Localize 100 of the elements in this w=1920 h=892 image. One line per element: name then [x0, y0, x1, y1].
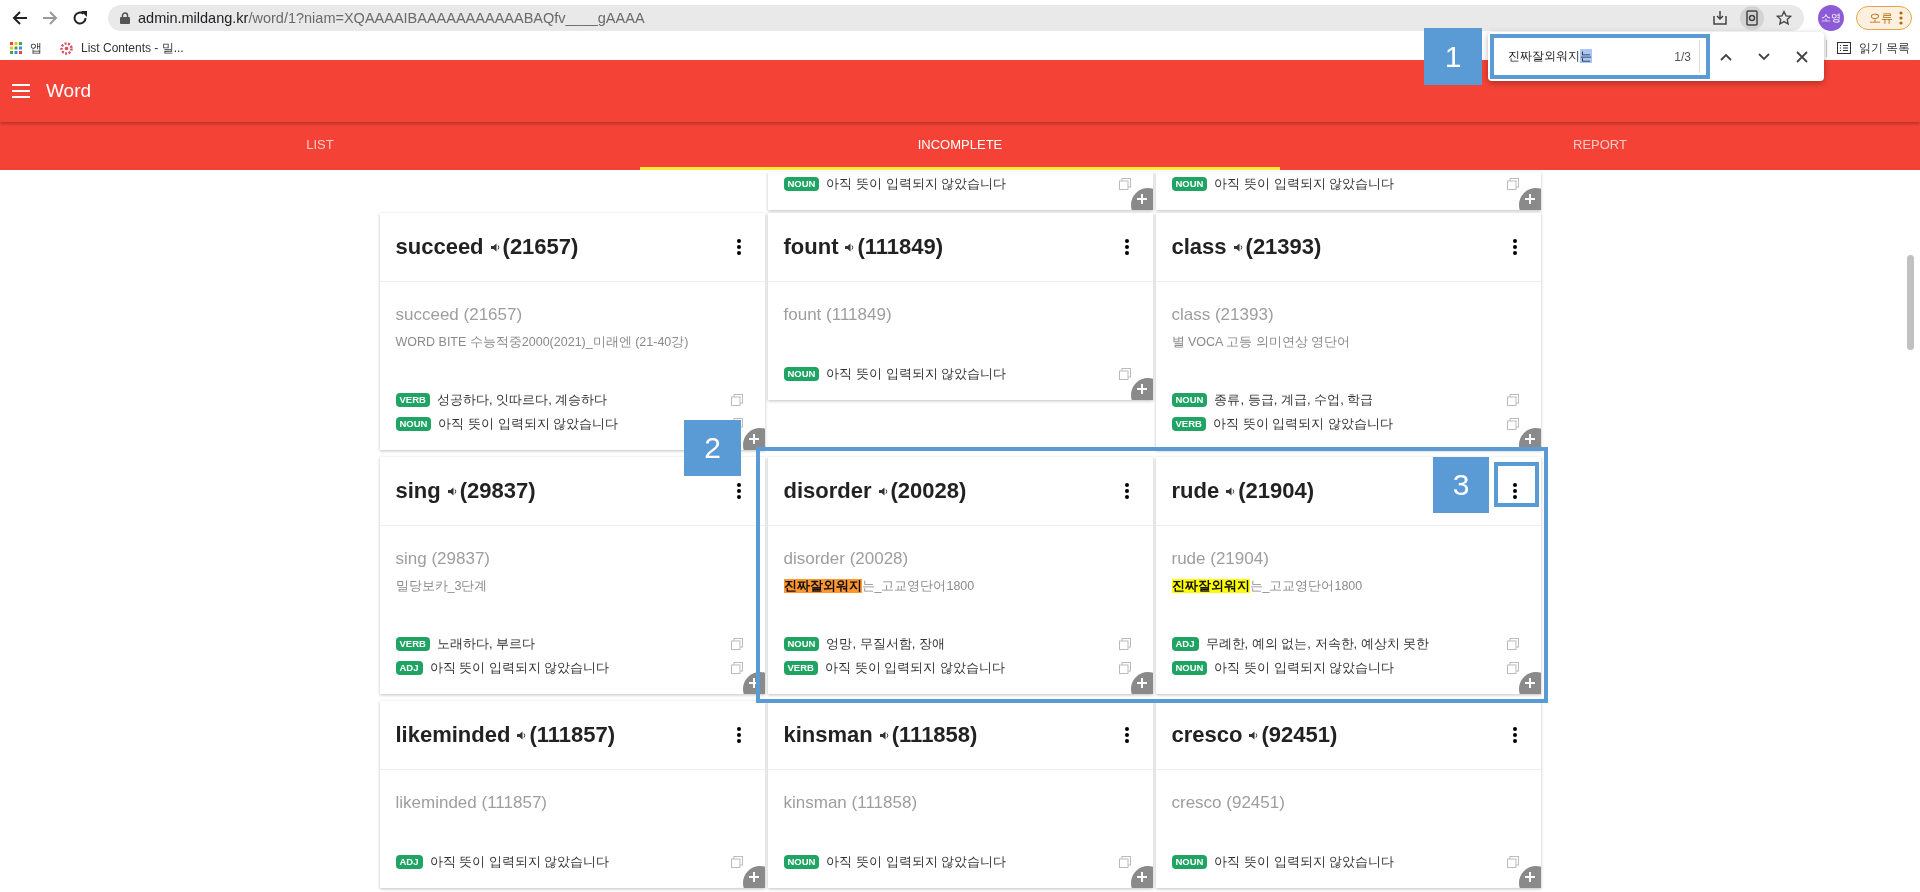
copy-icon	[1506, 856, 1519, 868]
word-subtitle: disorder (20028)	[783, 548, 910, 570]
meaning-text: 성공하다, 잇따르다, 계승하다	[436, 391, 608, 409]
meaning-text: 아직 뜻이 입력되지 않았습니다	[438, 415, 619, 433]
part-of-speech-badge: VERB	[395, 637, 430, 651]
part-of-speech-badge: NOUN	[783, 177, 820, 191]
copy-icon	[1506, 418, 1519, 430]
part-of-speech-badge: ADJ	[395, 661, 423, 675]
copy-icon	[730, 856, 743, 868]
error-button[interactable]: 오류	[1856, 6, 1912, 30]
plus-icon	[1523, 677, 1536, 689]
apps-grid-icon	[10, 42, 22, 54]
annotation-number: 3	[1433, 457, 1489, 513]
more-icon	[1899, 11, 1903, 25]
list-icon	[1836, 42, 1851, 54]
meaning-text: 아직 뜻이 입력되지 않았습니다	[1214, 175, 1395, 193]
plus-icon	[1523, 871, 1536, 883]
part-of-speech-badge: VERB	[1171, 417, 1206, 431]
word-title: succeed	[395, 234, 484, 260]
word-subtitle: likeminded (111857)	[395, 792, 548, 814]
word-id: (21393)	[1245, 234, 1322, 260]
meaning-text: 아직 뜻이 입력되지 않았습니다	[429, 659, 610, 677]
reading-list-button[interactable]: 읽기 목록	[1825, 39, 1910, 57]
app-title: Word	[46, 80, 92, 102]
part-of-speech-badge: NOUN	[783, 637, 820, 651]
source-text: 진짜잘외워지는_고교영단어1800	[1171, 578, 1364, 595]
meaning-text: 아직 뜻이 입력되지 않았습니다	[826, 365, 1007, 383]
part-of-speech-badge: NOUN	[1171, 855, 1208, 869]
lock-icon	[120, 12, 130, 24]
meaning-text: 노래하다, 부르다	[436, 635, 536, 653]
copy-icon	[730, 394, 743, 406]
copy-icon	[1118, 178, 1131, 190]
find-field[interactable]: 진짜잘외워지 는 1/3	[1498, 40, 1700, 73]
scrollbar-thumb[interactable]	[1907, 255, 1914, 350]
meaning-text: 무례한, 예의 없는, 저속한, 예상치 못한	[1205, 635, 1430, 653]
copy-icon	[730, 638, 743, 650]
annotation-number: 2	[684, 420, 741, 476]
speaker-icon	[844, 241, 856, 253]
word-id: (111858)	[891, 722, 978, 748]
plus-icon	[1135, 193, 1148, 205]
meaning-text: 아직 뜻이 입력되지 않았습니다	[1214, 659, 1395, 677]
meaning-text: 아직 뜻이 입력되지 않았습니다	[826, 853, 1007, 871]
plus-icon	[1523, 193, 1536, 205]
word-title: rude	[1171, 478, 1220, 504]
word-subtitle: sing (29837)	[395, 548, 491, 570]
speaker-icon	[877, 485, 889, 497]
bookmark-item[interactable]: 앱	[10, 39, 42, 57]
word-title: kinsman	[783, 722, 873, 748]
word-title: class	[1171, 234, 1227, 260]
copy-icon	[1506, 394, 1519, 406]
copy-icon	[1118, 856, 1131, 868]
profile-avatar[interactable]: 소영	[1818, 5, 1844, 31]
copy-icon	[1118, 638, 1131, 650]
part-of-speech-badge: ADJ	[395, 855, 423, 869]
word-title: sing	[395, 478, 441, 504]
word-id: (29837)	[459, 478, 536, 504]
word-subtitle: cresco (92451)	[1171, 792, 1286, 814]
source-text: 밀당보카_3단계	[395, 578, 489, 595]
part-of-speech-badge: NOUN	[395, 417, 432, 431]
word-subtitle: rude (21904)	[1171, 548, 1270, 570]
meaning-text: 아직 뜻이 입력되지 않았습니다	[429, 853, 610, 871]
word-subtitle: succeed (21657)	[395, 304, 524, 326]
menu-icon[interactable]	[12, 84, 30, 98]
word-id: (20028)	[890, 478, 967, 504]
speaker-icon	[1248, 729, 1260, 741]
word-title: disorder	[783, 478, 872, 504]
part-of-speech-badge: NOUN	[1171, 393, 1208, 407]
address-bar[interactable]: admin.mildang.kr/word/1?niam=XQAAAAIBAAAAAAAAAAABAQfv____gAAAA	[108, 5, 1804, 31]
url-text: admin.mildang.kr/word/1?niam=XQAAAAIBAAAAAAAAAAABAQfv____gAAAA	[138, 10, 646, 26]
search-icon[interactable]	[1740, 6, 1764, 30]
plus-icon	[1523, 433, 1536, 445]
word-id: (21904)	[1238, 478, 1315, 504]
speaker-icon	[1232, 241, 1244, 253]
meaning-text: 아직 뜻이 입력되지 않았습니다	[826, 175, 1007, 193]
bookmark-item[interactable]: List Contents - 밀...	[60, 39, 184, 57]
plus-icon	[747, 871, 760, 883]
plus-icon	[1135, 871, 1148, 883]
copy-icon	[1118, 662, 1131, 674]
word-subtitle: fount (111849)	[783, 304, 893, 326]
copy-icon	[1506, 662, 1519, 674]
meaning-text: 엉망, 무질서함, 장애	[826, 635, 945, 653]
part-of-speech-badge: NOUN	[783, 367, 820, 381]
copy-icon	[1506, 178, 1519, 190]
plus-icon	[747, 433, 760, 445]
part-of-speech-badge: NOUN	[1171, 661, 1208, 675]
word-title: likeminded	[395, 722, 511, 748]
word-id: (111857)	[529, 722, 616, 748]
source-text: WORD BITE 수능적중2000(2021)_미래엔 (21-40강)	[395, 334, 690, 351]
part-of-speech-badge: NOUN	[783, 855, 820, 869]
meaning-text: 종류, 등급, 계급, 수업, 학급	[1214, 391, 1374, 409]
meaning-text: 아직 뜻이 입력되지 않았습니다	[824, 659, 1005, 677]
plus-icon	[1135, 677, 1148, 689]
source-text: 별 VOCA 고등 의미연상 영단어	[1171, 334, 1352, 351]
speaker-icon	[878, 729, 890, 741]
copy-icon	[1506, 638, 1519, 650]
speaker-icon	[446, 485, 458, 497]
part-of-speech-badge: NOUN	[1171, 177, 1208, 191]
word-subtitle: kinsman (111858)	[783, 792, 919, 814]
speaker-icon	[516, 729, 528, 741]
part-of-speech-badge: ADJ	[1171, 637, 1199, 651]
